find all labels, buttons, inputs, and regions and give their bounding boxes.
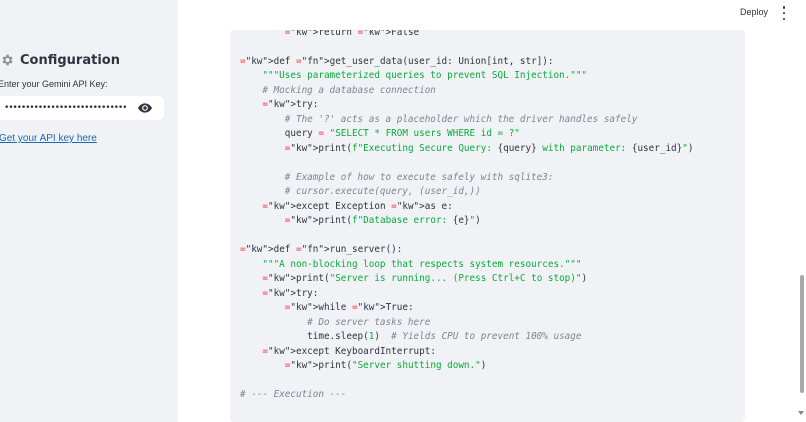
code-line: ="kw">print [284, 360, 347, 371]
api-key-field[interactable] [0, 96, 164, 120]
code-line: time.sleep(1) # Yields CPU to prevent 10… [240, 331, 582, 342]
code-line: ="kw">except [262, 200, 330, 212]
code-line: # Mocking a database connection [262, 84, 436, 96]
code-line: query = "SELECT * FROM users WHERE id = … [240, 128, 520, 139]
scrollbar-thumb[interactable] [800, 275, 804, 393]
get-api-key-link[interactable]: Get your API key here [0, 133, 97, 144]
sidebar-title: Configuration [20, 52, 120, 68]
code-block: ="kw">print("Access denied") ="kw">retur… [230, 30, 745, 422]
code-line: """Uses parameterized queries to prevent… [262, 70, 588, 81]
code-line: ="kw">try [262, 99, 313, 110]
code-line: ="kw">print [284, 215, 347, 226]
code-content: ="kw">print("Access denied") ="kw">retur… [240, 30, 693, 403]
code-line: ="kw">def [240, 244, 291, 255]
code-line: ="kw">while [284, 302, 347, 313]
sidebar-title-row: Configuration [0, 51, 120, 69]
deploy-button[interactable]: Deploy [740, 7, 768, 17]
code-line: ="kw">print [284, 142, 347, 154]
code-line: # Do server tasks here [307, 316, 431, 328]
code-line: ="kw">return [284, 30, 352, 38]
eye-icon[interactable] [138, 103, 152, 113]
top-bar: Deploy [178, 0, 806, 30]
sidebar: Configuration Enter your Gemini API Key:… [0, 0, 178, 422]
code-line: # Example of how to execute safely with … [284, 171, 554, 183]
code-line: # The '?' acts as a placeholder which th… [284, 113, 638, 125]
kebab-menu-icon[interactable] [781, 6, 787, 20]
code-line: ="kw">print [262, 273, 324, 284]
code-line: ="kw">except [262, 345, 330, 357]
api-key-label: Enter your Gemini API Key: [0, 79, 108, 89]
gear-icon [2, 54, 13, 66]
code-line: # cursor.execute(query, (user_id,)) [284, 186, 481, 197]
code-line: # --- Execution --- [240, 389, 347, 400]
api-key-input[interactable] [4, 103, 126, 113]
code-line: ="kw">try [262, 287, 313, 299]
scroll-down-arrow[interactable] [798, 411, 804, 415]
code-line: ="kw">def [240, 55, 291, 67]
code-line: """A non-blocking loop that respects sys… [262, 258, 582, 270]
